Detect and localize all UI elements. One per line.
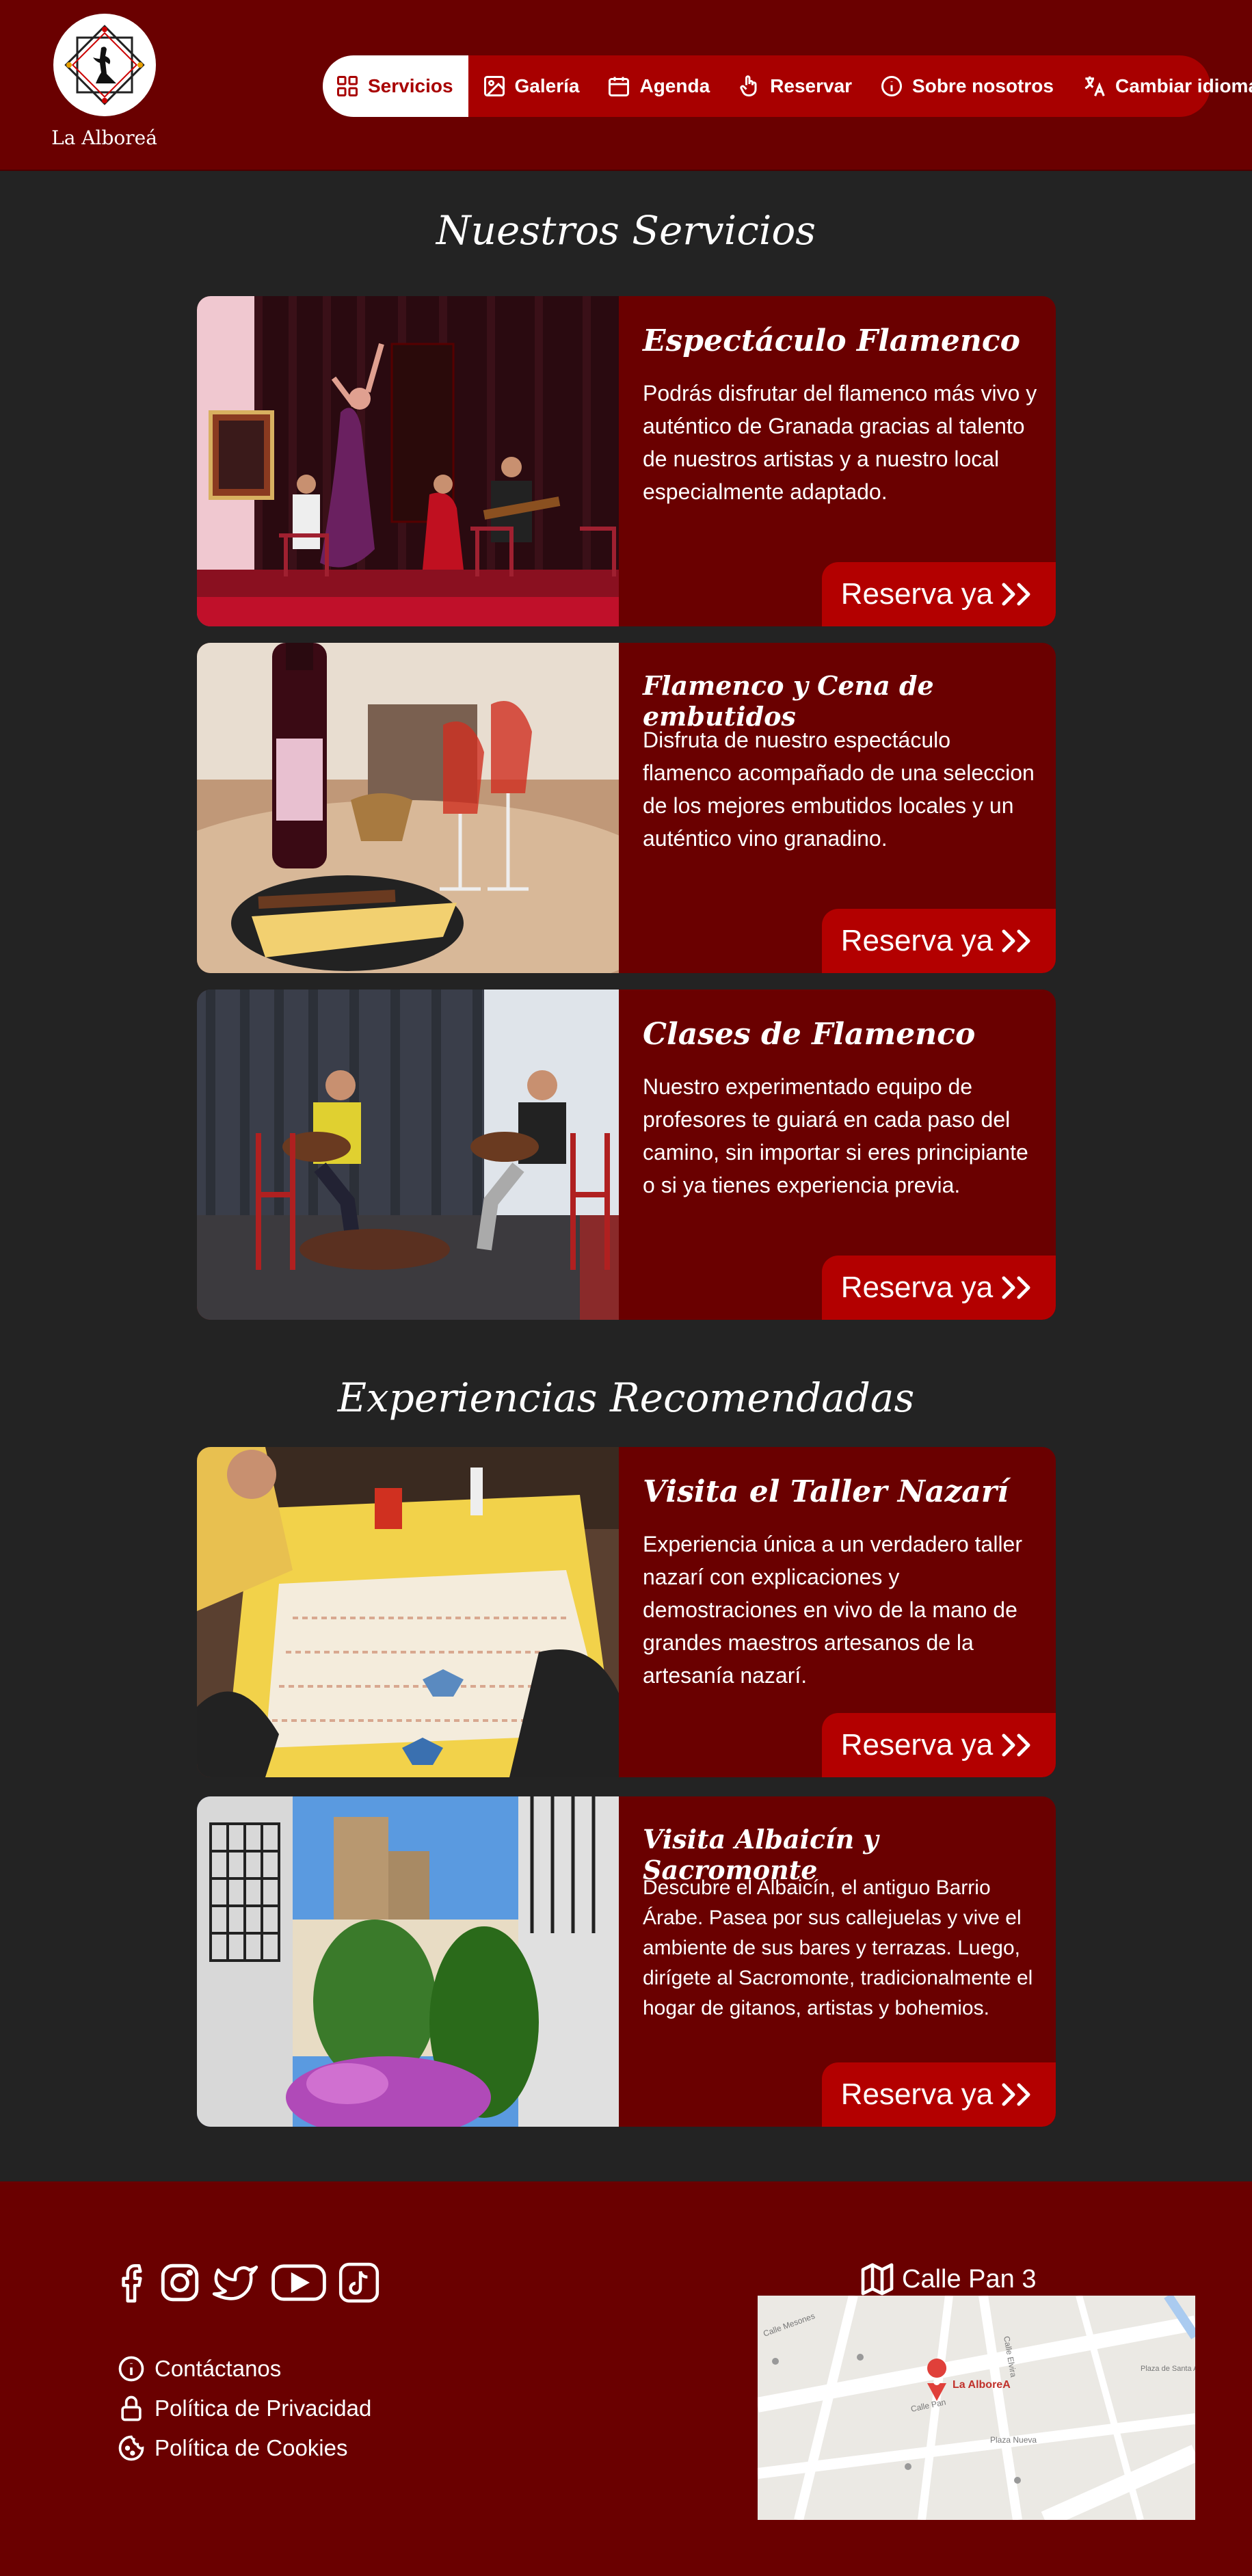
info-icon [881,76,903,96]
gallery-icon [483,76,505,96]
brand-logo[interactable]: La Alboreá [48,14,161,154]
double-chevron-right-icon [1002,2083,1030,2106]
reserve-button-label: Reserva ya [840,1271,994,1304]
lock-icon [121,2395,142,2421]
hand-pointer-icon [740,75,757,96]
flamenco-class-image [197,990,619,1320]
service-card-flamenco-cena: Flamenco y Cena de embutidos Disfruta de… [197,643,1056,973]
workshop-image [197,1447,619,1777]
footer-link-contact[interactable]: Contáctanos [116,2349,371,2389]
flamenco-dinner-image [197,643,619,973]
card-description: Disfruta de nuestro espectáculo flamenco… [643,728,1035,851]
nav-galeria[interactable]: Galería [468,55,594,117]
card-title: Espectáculo Flamenco [643,323,1020,358]
reserve-button[interactable]: Reserva ya [822,2062,1056,2127]
card-description: Nuestro experimentado equipo de profesor… [643,1074,1028,1197]
cookie-icon [118,2435,144,2461]
nav-agenda[interactable]: Agenda [593,55,723,117]
experiences-section-title: Experiencias Recomendadas [337,1375,915,1421]
card-title: Visita el Taller Nazarí [643,1474,1009,1509]
double-chevron-right-icon [1002,583,1030,606]
instagram-icon[interactable] [157,2260,202,2309]
footer-link-cookies[interactable]: Política de Cookies [116,2428,371,2468]
twitter-icon[interactable] [209,2260,261,2309]
reserve-button[interactable]: Reserva ya [822,562,1056,626]
double-chevron-right-icon [1002,929,1030,953]
card-title: Flamenco y Cena de embutidos [643,670,934,732]
nav-sobre-nosotros[interactable]: Sobre nosotros [866,55,1067,117]
logo-emblem-icon [53,14,156,116]
card-description: Experiencia única a un verdadero taller … [643,1532,1022,1688]
site-footer: Contáctanos Política de Privacidad Polít… [0,2181,1252,2576]
reserve-button[interactable]: Reserva ya [822,1713,1056,1777]
albaicin-image [197,1796,619,2127]
nav-label: Reservar [770,75,853,96]
map-street-label: Plaza de Santa Ana [1141,2365,1195,2373]
info-icon [118,2356,144,2382]
reserve-button-label: Reserva ya [840,2077,994,2111]
card-title: Clases de Flamenco [643,1017,976,1052]
nav-label: Sobre nosotros [912,75,1054,96]
reserve-button[interactable]: Reserva ya [822,909,1056,973]
main-nav: Servicios Galería Agenda Reservar Sobre … [323,55,1252,117]
experience-card-taller: Visita el Taller Nazarí Experiencia únic… [197,1447,1056,1777]
service-card-flamenco: Espectáculo Flamenco Podrás disfrutar de… [197,296,1056,626]
facebook-icon[interactable] [116,2260,150,2309]
social-links [116,2260,382,2309]
nav-reservar[interactable]: Reservar [723,55,866,117]
nav-label: Galería [514,75,580,96]
calendar-icon [609,77,630,96]
reserve-button-label: Reserva ya [840,924,994,957]
translate-icon [1084,76,1105,96]
nav-label: Agenda [639,75,710,96]
nav-label: Servicios [368,75,453,96]
tiktok-icon[interactable] [336,2260,382,2309]
double-chevron-right-icon [1002,1734,1030,1757]
double-chevron-right-icon [1002,1276,1030,1299]
youtube-icon[interactable] [268,2260,330,2309]
footer-link-privacy[interactable]: Política de Privacidad [116,2389,371,2428]
footer-link-label: Política de Cookies [155,2435,348,2460]
footer-link-label: Política de Privacidad [155,2395,372,2421]
reserve-button[interactable]: Reserva ya [822,1256,1056,1320]
site-header: La Alboreá Servicios Galería Agenda Rese… [0,0,1252,171]
map-pin-label: La AlboreA [953,2379,1011,2391]
footer-links: Contáctanos Política de Privacidad Polít… [116,2349,371,2468]
card-description: Descubre el Albaicín, el antiguo Barrio … [643,1876,1033,2019]
nav-cambiar-idioma[interactable]: Cambiar idioma [1067,55,1252,117]
service-card-clases: Clases de Flamenco Nuestro experimentado… [197,990,1056,1320]
experience-card-albaicin: Visita Albaicín y Sacromonte Descubre el… [197,1796,1056,2127]
grid-icon [337,76,358,96]
flamenco-show-image [197,296,619,626]
reserve-button-label: Reserva ya [840,1728,994,1762]
location-map[interactable]: La AlboreA Plaza Nueva Calle Pan Calle E… [758,2296,1195,2520]
map-icon [861,2263,894,2296]
brand-name: La Alboreá [51,127,157,149]
footer-link-label: Contáctanos [155,2356,282,2381]
address-text: Calle Pan 3 [902,2264,1037,2294]
card-description: Podrás disfrutar del flamenco más vivo y… [643,381,1037,504]
footer-address: Calle Pan 3 [858,2260,1036,2298]
services-section-title: Nuestros Servicios [436,207,816,254]
map-street-label: Plaza Nueva [990,2435,1037,2445]
nav-servicios[interactable]: Servicios [323,55,468,117]
nav-label: Cambiar idioma [1115,75,1252,96]
reserve-button-label: Reserva ya [840,577,994,611]
